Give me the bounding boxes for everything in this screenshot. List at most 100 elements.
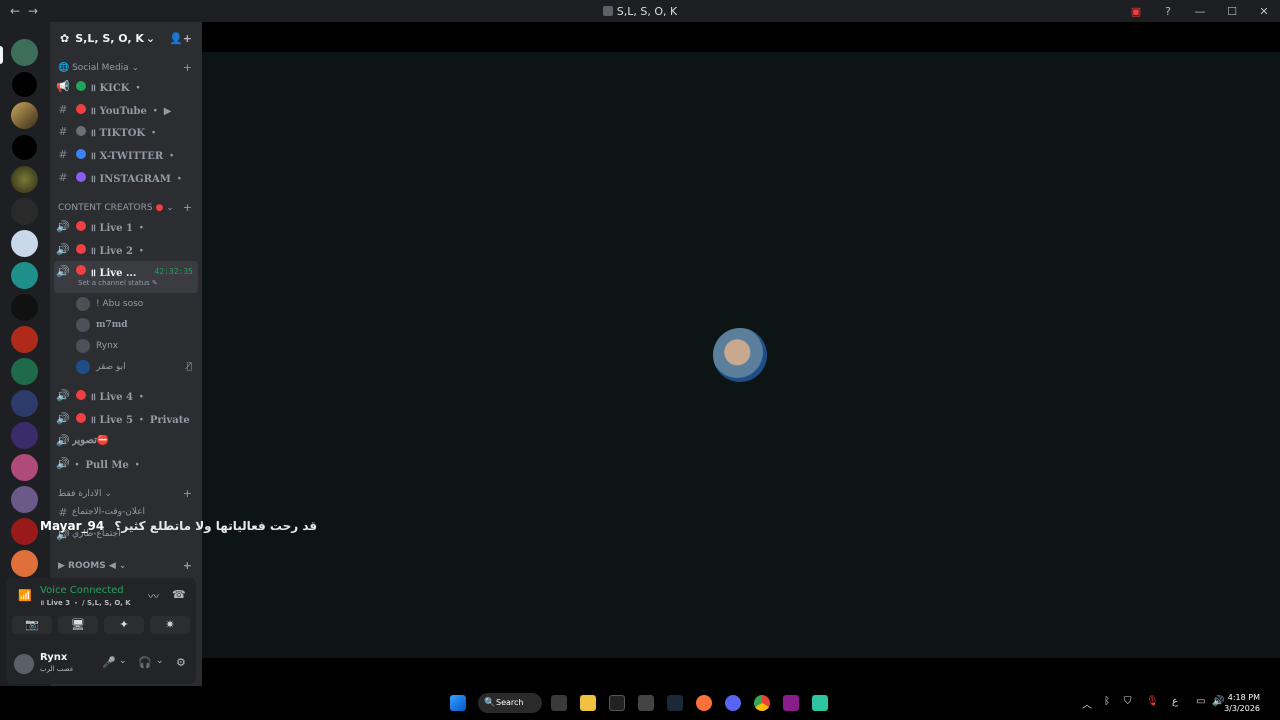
server-icon[interactable] xyxy=(11,486,38,513)
server-name: S,L, S, O, K xyxy=(75,31,144,45)
bluetooth-icon[interactable]: ᛒ xyxy=(1104,696,1110,707)
tray-chevron-icon[interactable]: ︿ xyxy=(1082,696,1092,711)
server-icon[interactable] xyxy=(11,550,38,577)
channel-live-5[interactable]: 🔊 ॥ Live 5 ・ Private xyxy=(54,408,198,428)
channel-live-1[interactable]: 🔊 ॥ Live 1 ・ xyxy=(54,216,198,236)
server-gear-icon: ✿ xyxy=(60,31,70,45)
channel-x-twitter[interactable]: # ॥ X-TWITTER ・ xyxy=(54,144,198,164)
epic-games-icon[interactable] xyxy=(609,695,625,711)
add-channel-icon[interactable]: + xyxy=(183,62,192,74)
next-icon[interactable] xyxy=(783,695,799,711)
minimize-button[interactable]: — xyxy=(1184,5,1216,18)
start-icon[interactable] xyxy=(450,695,466,711)
hash-icon: # xyxy=(58,124,68,138)
add-channel-icon[interactable]: + xyxy=(183,202,192,214)
server-icon[interactable] xyxy=(11,326,38,353)
channel-live-2[interactable]: 🔊 ॥ Live 2 ・ xyxy=(54,239,198,259)
volume-icon[interactable]: 🔊 xyxy=(1212,696,1224,707)
server-icon-active[interactable] xyxy=(11,39,38,66)
disconnect-icon[interactable]: ☎ xyxy=(172,588,186,601)
speaker-avatar[interactable] xyxy=(713,328,767,382)
status-dot xyxy=(76,104,86,114)
chevron-down-icon: ⌄ xyxy=(145,31,156,45)
channel-live-3[interactable]: 🔊 ॥ Live ... 42:32:35 Set a channel statu… xyxy=(54,261,198,293)
invite-icon[interactable]: 👤+ xyxy=(169,32,192,45)
server-icon[interactable] xyxy=(11,102,38,129)
signal-icon[interactable]: 📶 xyxy=(18,589,32,602)
voice-connected-label[interactable]: Voice Connected xyxy=(40,585,124,596)
server-icon[interactable] xyxy=(11,294,38,321)
voice-user[interactable]: Rynx xyxy=(76,337,196,355)
user-name[interactable]: Rynx xyxy=(40,652,67,663)
help-icon[interactable]: ? xyxy=(1152,5,1184,18)
server-icon[interactable] xyxy=(11,454,38,481)
category-admin[interactable]: الادارة فقط ⌄ + xyxy=(58,488,196,500)
discord-icon[interactable] xyxy=(725,695,741,711)
category-content-creators[interactable]: CONTENT CREATORS ● ⌄ + xyxy=(58,202,196,214)
server-icon[interactable] xyxy=(11,71,38,98)
add-channel-icon[interactable]: + xyxy=(183,488,192,500)
widgets-icon[interactable] xyxy=(551,695,567,711)
hash-icon: # xyxy=(58,147,68,161)
speaker-icon: 🔊 xyxy=(56,433,70,447)
channel-tiktok[interactable]: # ॥ TIKTOK ・ xyxy=(54,121,198,141)
server-icon[interactable] xyxy=(11,230,38,257)
user-status: عصب الرب xyxy=(40,665,74,673)
channel-photo[interactable]: 🔊 تصوير⛔ xyxy=(54,430,198,450)
server-icon[interactable] xyxy=(11,518,38,545)
channel-youtube[interactable]: # ॥ YouTube ・ ▶ xyxy=(54,99,198,119)
close-button[interactable]: ✕ xyxy=(1248,5,1280,18)
back-button[interactable]: ← xyxy=(6,4,24,18)
display-icon[interactable]: ▭ xyxy=(1196,696,1205,707)
add-channel-icon[interactable]: + xyxy=(183,560,192,572)
status-dot xyxy=(76,172,86,182)
channel-status-button[interactable]: Set a channel status ✎ xyxy=(78,279,158,287)
chevron-down-icon[interactable]: ⌄ xyxy=(156,656,164,666)
chevron-down-icon[interactable]: ⌄ xyxy=(119,656,127,666)
language-indicator[interactable]: ع xyxy=(1172,696,1178,707)
app-icon[interactable] xyxy=(638,695,654,711)
shield-icon[interactable]: ⛉ xyxy=(1124,696,1132,707)
mic-icon[interactable]: 🎤 xyxy=(102,656,116,669)
firefox-icon[interactable] xyxy=(696,695,712,711)
server-icon[interactable] xyxy=(11,262,38,289)
avatar[interactable] xyxy=(14,654,34,674)
app-icon[interactable] xyxy=(812,695,828,711)
server-icon[interactable] xyxy=(11,166,38,193)
server-icon[interactable] xyxy=(11,358,38,385)
inbox-icon[interactable]: ▣ xyxy=(1120,5,1152,18)
headset-icon[interactable]: 🎧 xyxy=(138,656,152,669)
steam-icon[interactable] xyxy=(667,695,683,711)
category-rooms[interactable]: ▶ ROOMS ◀ ⌄ + xyxy=(58,560,196,572)
channel-pull-me[interactable]: 🔊 ・ Pull Me ・ xyxy=(54,453,198,473)
maximize-button[interactable]: ☐ xyxy=(1216,5,1248,18)
taskbar-search[interactable]: 🔍 Search xyxy=(478,693,542,713)
stage-footer xyxy=(202,658,1280,686)
mic-tray-icon[interactable]: 🎙 xyxy=(1146,696,1159,707)
channel-kick[interactable]: 📢 ॥ KICK ・ xyxy=(54,76,198,96)
camera-button[interactable]: 📷 xyxy=(12,616,52,634)
selected-indicator xyxy=(0,46,3,64)
server-icon[interactable] xyxy=(11,390,38,417)
settings-icon[interactable]: ⚙ xyxy=(176,656,186,669)
voice-user[interactable]: m7md xyxy=(76,316,196,334)
activity-button[interactable]: ✦ xyxy=(104,616,144,634)
voice-user[interactable]: ابو صقر 🎙̸ xyxy=(76,358,196,376)
channel-instagram[interactable]: # ॥ INSTAGRAM ・ xyxy=(54,167,198,187)
voice-user[interactable]: ! Abu soso xyxy=(76,295,196,313)
avatar xyxy=(76,360,90,374)
channel-live-4[interactable]: 🔊 ॥ Live 4 ・ xyxy=(54,385,198,405)
server-icon[interactable] xyxy=(11,198,38,225)
noise-suppression-icon[interactable]: 〰 xyxy=(148,588,159,604)
soundboard-button[interactable]: ✷ xyxy=(150,616,190,634)
chrome-icon[interactable] xyxy=(754,695,770,711)
category-social-media[interactable]: 🌐 Social Media ⌄ + xyxy=(58,62,196,74)
file-explorer-icon[interactable] xyxy=(580,695,596,711)
screen-share-button[interactable]: 🖥 xyxy=(58,616,98,634)
taskbar-clock[interactable]: 4:18 PM 3/3/2026 xyxy=(1224,692,1260,714)
avatar xyxy=(76,339,90,353)
server-icon[interactable] xyxy=(11,134,38,161)
forward-button[interactable]: → xyxy=(24,4,42,18)
server-header[interactable]: ✿ S,L, S, O, K ⌄ 👤+ xyxy=(50,22,202,54)
server-icon[interactable] xyxy=(11,422,38,449)
